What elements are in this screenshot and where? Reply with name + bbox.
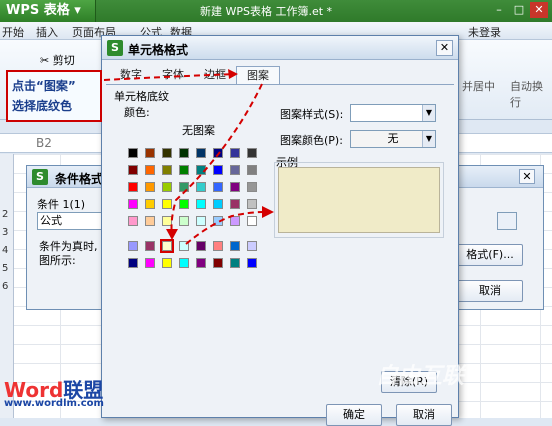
instruction-callout: 点击“图案” 选择底纹色 <box>6 70 102 122</box>
watermark-right: 自由互联 <box>376 364 465 389</box>
watermark-url: www.wordlm.com <box>4 398 104 409</box>
callout-line: 点击“图案” <box>12 79 76 93</box>
annotation-arrows <box>103 69 274 245</box>
callout-line: 选择底纹色 <box>12 99 73 113</box>
